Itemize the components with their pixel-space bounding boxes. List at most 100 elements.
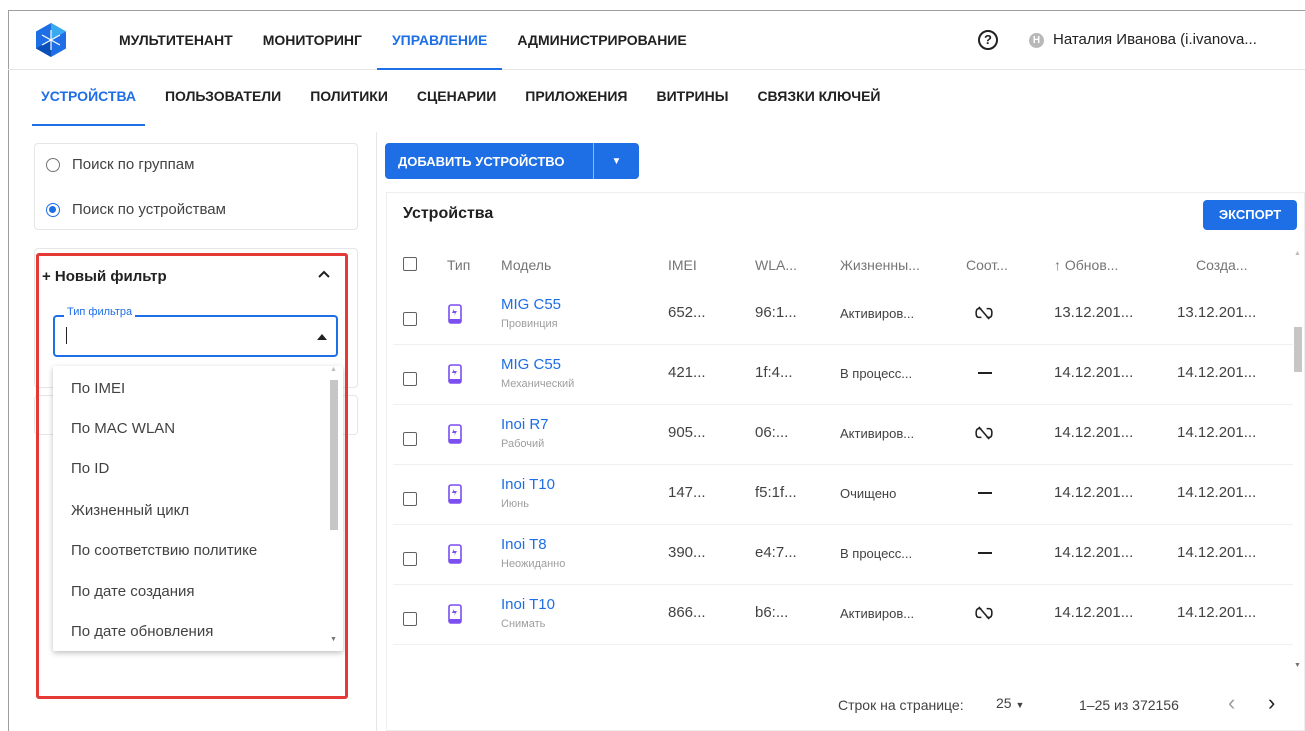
export-button[interactable]: ЭКСПОРТ	[1203, 200, 1297, 230]
lifecycle-cell: Активиров...	[840, 606, 915, 621]
row-checkbox[interactable]	[403, 432, 417, 446]
row-checkbox[interactable]	[403, 552, 417, 566]
nav-management[interactable]: УПРАВЛЕНИЕ	[376, 10, 503, 70]
table-scroll-thumb[interactable]	[1294, 327, 1302, 372]
phone-icon	[448, 484, 462, 504]
option-imei[interactable]: По IMEI	[71, 380, 125, 397]
phone-icon	[448, 604, 462, 624]
device-model-link[interactable]: Inoi T10	[501, 476, 555, 493]
col-model[interactable]: Модель	[501, 257, 551, 273]
radio-search-groups[interactable]: Поиск по группам	[46, 156, 194, 173]
col-type[interactable]: Тип	[447, 257, 470, 273]
option-created-date[interactable]: По дате создания	[71, 583, 195, 600]
nav-administration[interactable]: АДМИНИСТРИРОВАНИЕ	[502, 10, 701, 70]
add-device-button[interactable]: ДОБАВИТЬ УСТРОЙСТВО ▼	[385, 143, 639, 179]
prev-page-icon[interactable]: ‹	[1228, 690, 1235, 716]
nav-monitoring[interactable]: МОНИТОРИНГ	[248, 10, 377, 70]
imei-cell: 421...	[668, 364, 706, 381]
tab-policies[interactable]: ПОЛИТИКИ	[301, 70, 397, 126]
top-nav: МУЛЬТИТЕНАНТ МОНИТОРИНГ УПРАВЛЕНИЕ АДМИН…	[104, 10, 702, 70]
tab-devices[interactable]: УСТРОЙСТВА	[32, 70, 145, 126]
scroll-down-icon[interactable]: ▼	[330, 636, 337, 643]
row-checkbox[interactable]	[403, 312, 417, 326]
tab-keychains[interactable]: СВЯЗКИ КЛЮЧЕЙ	[748, 70, 889, 126]
tab-applications[interactable]: ПРИЛОЖЕНИЯ	[516, 70, 636, 126]
phone-icon	[448, 364, 462, 384]
select-all-checkbox[interactable]	[403, 257, 417, 271]
wlan-cell: b6:...	[755, 604, 789, 621]
option-id[interactable]: По ID	[71, 460, 109, 477]
device-model-link[interactable]: Inoi T10	[501, 596, 555, 613]
caret-up-icon[interactable]	[317, 334, 327, 340]
imei-cell: 905...	[668, 424, 706, 441]
col-wlan[interactable]: WLA...	[755, 257, 797, 273]
created-cell: 14.12.201...	[1177, 544, 1257, 561]
col-imei[interactable]: IMEI	[668, 257, 697, 273]
wlan-cell: f5:1f...	[755, 484, 797, 501]
option-lifecycle[interactable]: Жизненный цикл	[71, 502, 189, 519]
row-checkbox[interactable]	[403, 372, 417, 386]
wlan-cell: e4:7...	[755, 544, 797, 561]
device-group-name: Механический	[501, 378, 575, 390]
panel-divider	[376, 132, 377, 731]
created-cell: 14.12.201...	[1177, 604, 1257, 621]
help-icon[interactable]: ?	[978, 30, 998, 50]
dropdown-scrollbar[interactable]: ▲ ▼	[327, 366, 341, 643]
col-created[interactable]: Созда...	[1196, 257, 1247, 273]
imei-cell: 147...	[668, 484, 706, 501]
scroll-up-icon[interactable]: ▲	[330, 366, 337, 373]
created-cell: 14.12.201...	[1177, 364, 1257, 381]
link-off-icon	[975, 606, 993, 620]
row-checkbox[interactable]	[403, 492, 417, 506]
app-root: МУЛЬТИТЕНАНТ МОНИТОРИНГ УПРАВЛЕНИЕ АДМИН…	[8, 10, 1305, 731]
col-compliance[interactable]: Соот...	[966, 257, 1008, 273]
sub-nav: УСТРОЙСТВА ПОЛЬЗОВАТЕЛИ ПОЛИТИКИ СЦЕНАРИ…	[32, 70, 901, 126]
wlan-cell: 1f:4...	[755, 364, 793, 381]
tab-showcases[interactable]: ВИТРИНЫ	[647, 70, 737, 126]
avatar[interactable]: Н	[1029, 33, 1044, 48]
lifecycle-cell: Активиров...	[840, 306, 915, 321]
chevron-up-icon[interactable]	[317, 269, 331, 279]
nav-multitenant[interactable]: МУЛЬТИТЕНАНТ	[104, 10, 248, 70]
device-group-name: Снимать	[501, 618, 546, 630]
rows-per-page-label: Строк на странице:	[838, 697, 964, 713]
row-divider	[393, 524, 1293, 525]
new-filter-title[interactable]: + Новый фильтр	[42, 268, 167, 285]
link-off-icon	[975, 306, 993, 320]
radio-label: Поиск по устройствам	[72, 201, 226, 218]
user-name[interactable]: Наталия Иванова (i.ivanova...	[1053, 31, 1257, 48]
filter-type-select[interactable]	[53, 315, 338, 357]
option-updated-date[interactable]: По дате обновления	[71, 623, 213, 640]
updated-cell: 14.12.201...	[1054, 424, 1134, 441]
tab-scenarios[interactable]: СЦЕНАРИИ	[408, 70, 505, 126]
table-title: Устройства	[403, 205, 494, 222]
device-model-link[interactable]: MIG C55	[501, 296, 561, 313]
created-cell: 14.12.201...	[1177, 484, 1257, 501]
option-policy-compliance[interactable]: По соответствию политике	[71, 542, 257, 559]
device-model-link[interactable]: MIG C55	[501, 356, 561, 373]
device-model-link[interactable]: Inoi T8	[501, 536, 547, 553]
app-logo[interactable]	[33, 22, 69, 58]
dropdown-scroll-thumb[interactable]	[330, 380, 338, 530]
wlan-cell: 96:1...	[755, 304, 797, 321]
updated-cell: 14.12.201...	[1054, 364, 1134, 381]
caret-down-icon[interactable]: ▼	[594, 156, 639, 167]
radio-search-devices[interactable]: Поиск по устройствам	[46, 201, 226, 218]
tab-users[interactable]: ПОЛЬЗОВАТЕЛИ	[156, 70, 290, 126]
col-updated[interactable]: ↑ Обнов...	[1054, 257, 1118, 273]
scroll-up-icon[interactable]: ▲	[1294, 250, 1301, 257]
link-off-icon	[975, 426, 993, 440]
rows-per-page-value: 25	[996, 695, 1012, 711]
row-divider	[393, 344, 1293, 345]
next-page-icon[interactable]: ›	[1268, 690, 1275, 716]
imei-cell: 390...	[668, 544, 706, 561]
device-model-link[interactable]: Inoi R7	[501, 416, 549, 433]
device-group-name: Рабочий	[501, 438, 545, 450]
table-scrollbar[interactable]: ▲ ▼	[1291, 250, 1305, 670]
scroll-down-icon[interactable]: ▼	[1294, 662, 1301, 669]
option-mac-wlan[interactable]: По MAC WLAN	[71, 420, 175, 437]
rows-per-page-select[interactable]: 25 ▼	[996, 695, 1024, 711]
wlan-cell: 06:...	[755, 424, 789, 441]
row-checkbox[interactable]	[403, 612, 417, 626]
col-lifecycle[interactable]: Жизненны...	[840, 257, 920, 273]
